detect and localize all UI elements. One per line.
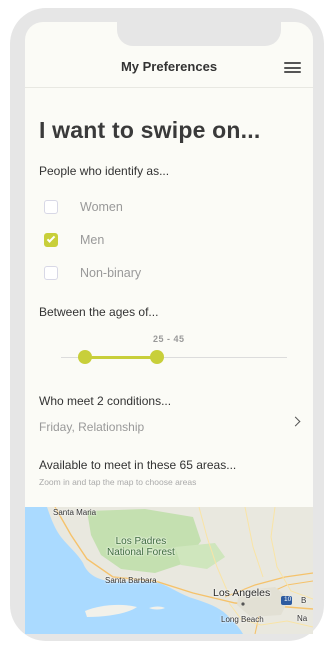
- check-icon: [46, 234, 56, 243]
- map-label-los-angeles: Los Angeles: [213, 587, 271, 599]
- conditions-value[interactable]: Friday, Relationship: [39, 420, 144, 434]
- map-label-santa-maria: Santa Maria: [53, 508, 97, 517]
- map-label-long-beach: Long Beach: [221, 615, 264, 624]
- age-min-handle[interactable]: [78, 350, 92, 364]
- map-label-santa-barbara: Santa Barbara: [105, 576, 157, 585]
- map-label-los-padres: Los Padres National Forest: [107, 536, 175, 558]
- age-slider-fill: [85, 356, 157, 359]
- age-max-handle[interactable]: [150, 350, 164, 364]
- page-title: My Preferences: [120, 59, 218, 74]
- chevron-right-icon[interactable]: [290, 416, 301, 427]
- age-slider[interactable]: [61, 350, 287, 364]
- women-checkbox[interactable]: [44, 200, 58, 214]
- highway-shield-icon: 10: [284, 596, 292, 603]
- hamburger-icon[interactable]: [284, 62, 301, 73]
- non-binary-checkbox[interactable]: [44, 266, 58, 280]
- age-label: Between the ages of...: [39, 305, 159, 319]
- option-women[interactable]: Women: [44, 198, 123, 216]
- headline: I want to swipe on...: [39, 117, 261, 143]
- areas-map[interactable]: Santa Maria Los Padres National Forest S…: [25, 507, 313, 634]
- areas-label: Available to meet in these 65 areas...: [39, 458, 237, 472]
- map-label-edge-na: Na: [297, 614, 308, 623]
- option-men[interactable]: Men: [44, 231, 104, 249]
- phone-screen: My Preferences I want to swipe on... Peo…: [25, 22, 313, 634]
- map-label-edge-b: B: [301, 596, 307, 605]
- conditions-label: Who meet 2 conditions...: [39, 394, 172, 408]
- map-graphic: [25, 507, 313, 634]
- option-label: Women: [80, 200, 123, 214]
- areas-hint: Zoom in and tap the map to choose areas: [39, 477, 197, 487]
- option-label: Non-binary: [80, 266, 142, 280]
- men-checkbox[interactable]: [44, 233, 58, 247]
- option-non-binary[interactable]: Non-binary: [44, 264, 141, 282]
- phone-notch: [117, 22, 281, 46]
- option-label: Men: [80, 233, 105, 247]
- age-range-value: 25 - 45: [153, 334, 185, 344]
- identity-label: People who identify as...: [39, 164, 170, 178]
